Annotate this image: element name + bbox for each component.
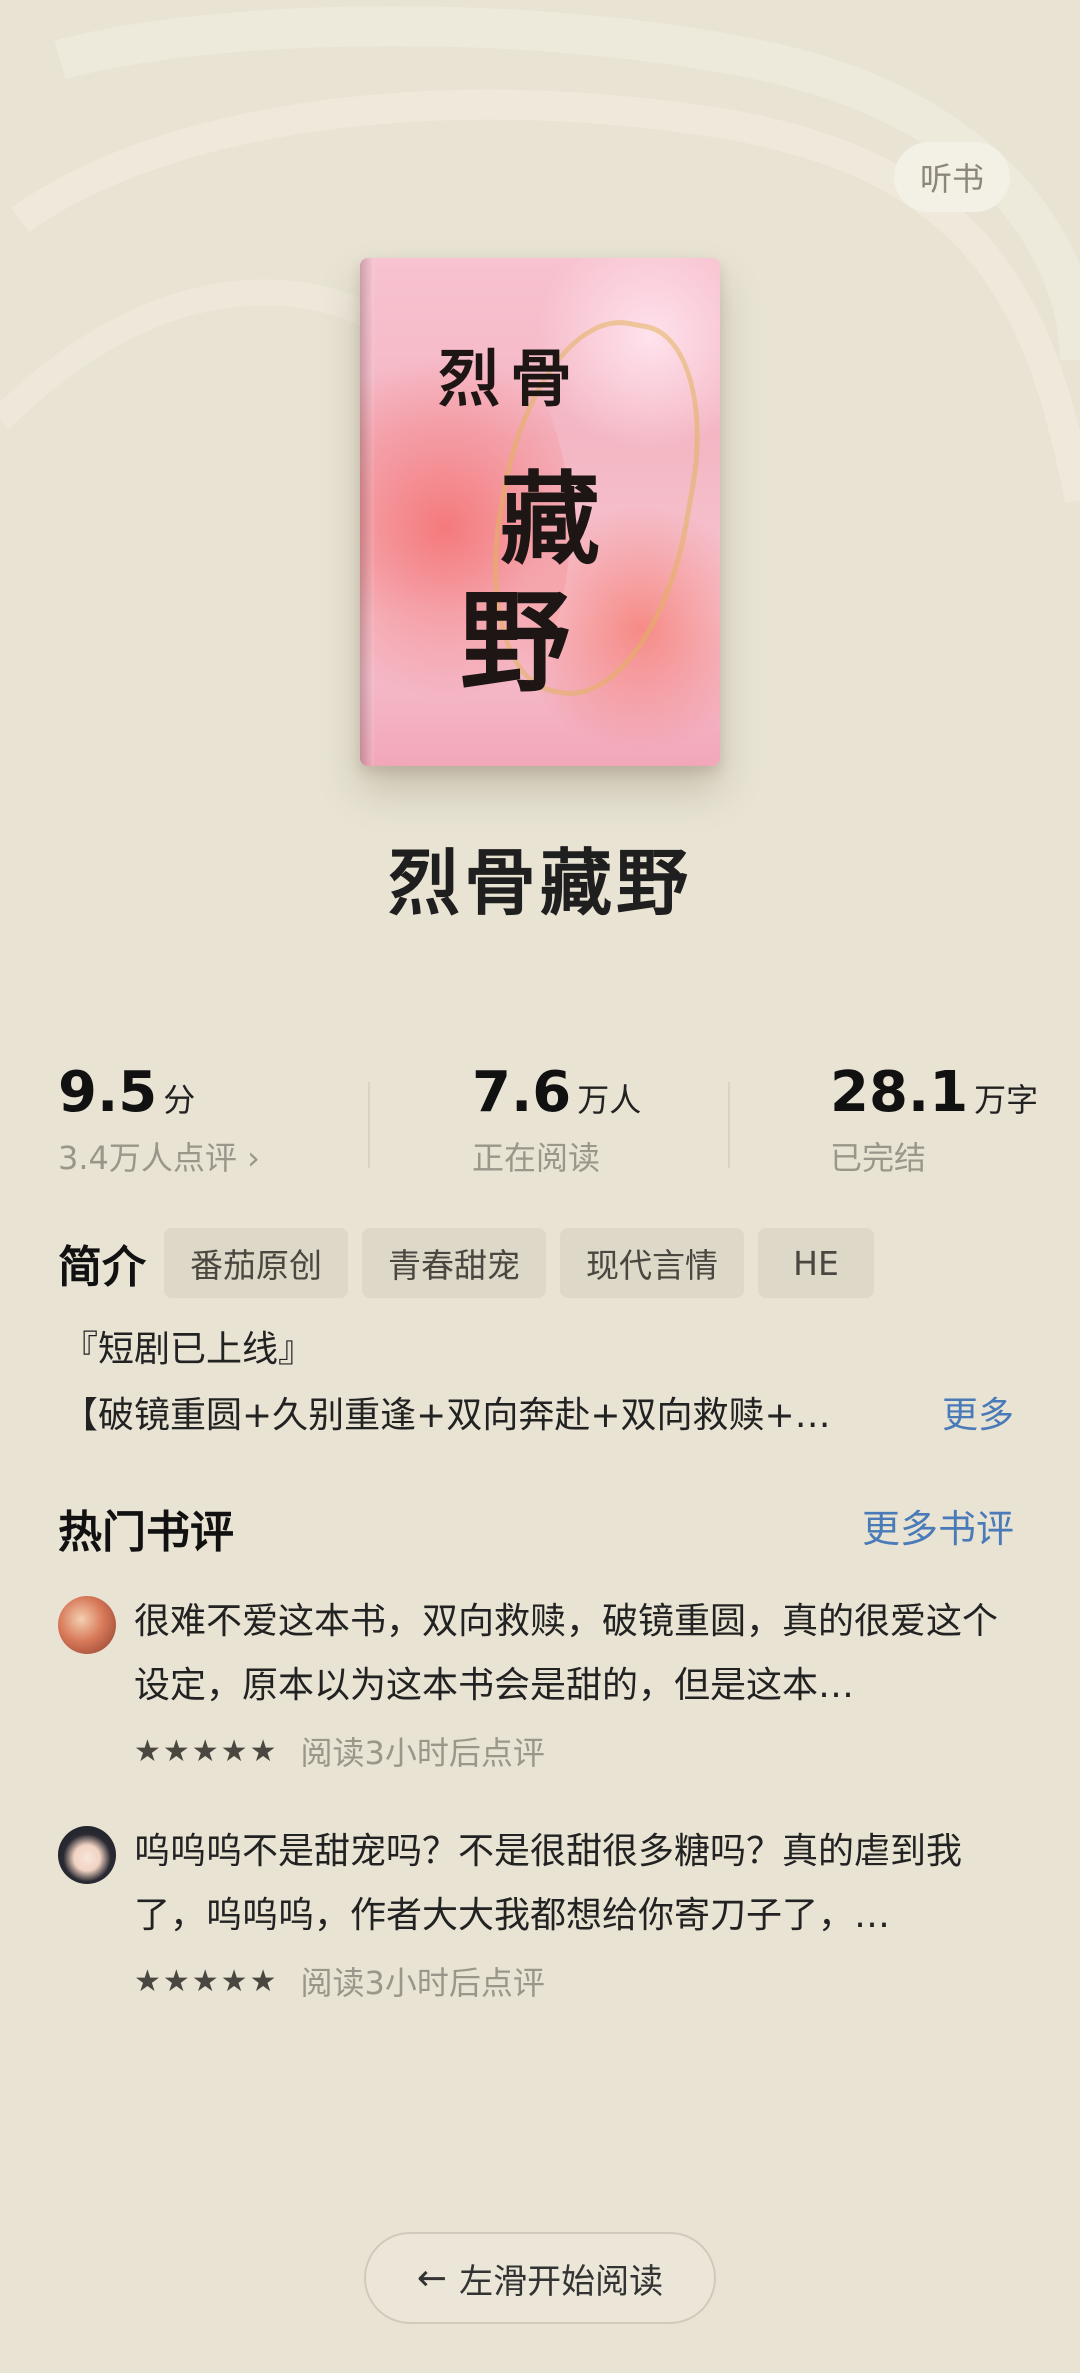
rating-value: 9.5 — [58, 1060, 158, 1125]
listen-book-button[interactable]: 听书 — [894, 142, 1010, 212]
start-reading-button[interactable]: ← 左滑开始阅读 — [364, 2232, 716, 2324]
review-text: 很难不爱这本书，双向救赎，破镜重圆，真的很爱这个设定，原本以为这本书会是甜的，但… — [134, 1601, 999, 1706]
cover-title-char: 骨 — [510, 342, 573, 415]
words-stat: 28.1 万字 已完结 — [830, 1060, 1038, 1179]
book-cover[interactable]: 烈 骨 藏 野 — [360, 258, 720, 766]
words-value: 28.1 — [830, 1060, 969, 1125]
readers-value: 7.6 — [472, 1060, 572, 1125]
intro-row: 简介 番茄原创 青春甜宠 现代言情 HE — [58, 1228, 888, 1298]
tag-fanqie-original[interactable]: 番茄原创 — [164, 1228, 348, 1298]
intro-more-link[interactable]: 更多 — [942, 1386, 1014, 1438]
tag-modern-romance[interactable]: 现代言情 — [560, 1228, 744, 1298]
review-meta: ★★★★★ 阅读3小时后点评 — [134, 1728, 545, 1774]
intro-label: 简介 — [58, 1242, 146, 1293]
review-meta: ★★★★★ 阅读3小时后点评 — [134, 1958, 545, 2004]
start-reading-label: 左滑开始阅读 — [459, 2261, 664, 2302]
cover-title-char: 烈 — [438, 342, 501, 415]
stat-divider — [728, 1082, 730, 1168]
review-text: 呜呜呜不是甜宠吗？不是很甜很多糖吗？真的虐到我了，呜呜呜，作者大大我都想给你寄刀… — [134, 1831, 963, 1936]
rating-count-link[interactable]: 3.4万人点评 › — [58, 1133, 260, 1179]
words-unit: 万字 — [974, 1081, 1039, 1119]
tag-youth-sweet[interactable]: 青春甜宠 — [362, 1228, 546, 1298]
readers-stat: 7.6 万人 正在阅读 — [472, 1060, 641, 1179]
intro-text-line: 【破镜重圆+久别重逢+双向奔赴+双向救赎+… — [62, 1395, 831, 1436]
stats-bar: 9.5 分 3.4万人点评 › 7.6 万人 正在阅读 28.1 万字 已完结 — [0, 1060, 1080, 1190]
star-rating-icon: ★★★★★ — [134, 1963, 279, 1999]
avatar[interactable] — [58, 1826, 116, 1884]
tag-he[interactable]: HE — [758, 1228, 874, 1298]
more-reviews-link[interactable]: 更多书评 — [862, 1498, 1014, 1553]
intro-text-line: 『短剧已上线』 — [62, 1329, 315, 1370]
hot-reviews-title: 热门书评 — [58, 1507, 234, 1558]
review-meta-text: 阅读3小时后点评 — [300, 1734, 545, 1772]
rating-unit: 分 — [163, 1081, 196, 1119]
stat-divider — [368, 1082, 370, 1168]
avatar[interactable] — [58, 1596, 116, 1654]
review-meta-text: 阅读3小时后点评 — [300, 1964, 545, 2002]
cover-title-char: 野 — [460, 578, 570, 707]
rating-stat[interactable]: 9.5 分 3.4万人点评 › — [58, 1060, 260, 1179]
readers-unit: 万人 — [577, 1081, 642, 1119]
readers-label: 正在阅读 — [472, 1139, 601, 1177]
arrow-left-icon: ← — [416, 2257, 448, 2299]
star-rating-icon: ★★★★★ — [134, 1733, 279, 1769]
book-title: 烈骨藏野 — [387, 841, 692, 925]
status-label: 已完结 — [830, 1139, 927, 1177]
